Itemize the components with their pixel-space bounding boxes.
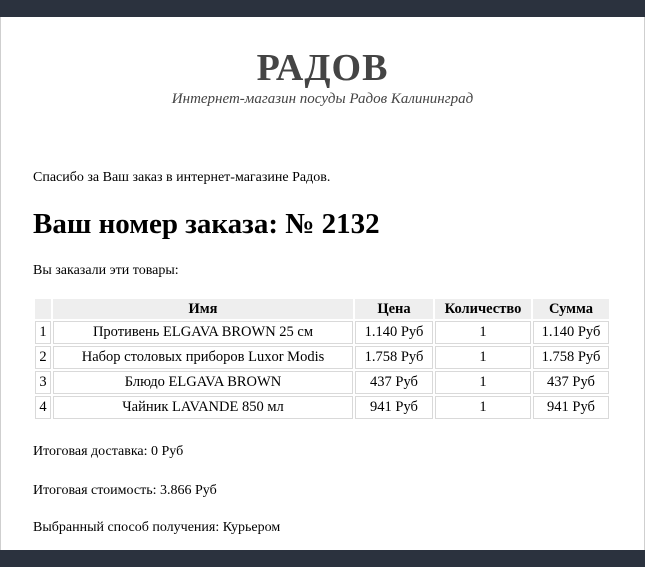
brand-title: РАДОВ bbox=[256, 47, 389, 89]
ordered-items-label: Вы заказали эти товары: bbox=[33, 263, 179, 278]
delivery-method: Выбранный способ получения: Курьером bbox=[33, 520, 281, 535]
header-name: Имя bbox=[53, 299, 353, 319]
header-num bbox=[35, 299, 51, 319]
row-sum: 437 Руб bbox=[533, 371, 609, 394]
table-row: 1 Противень ELGAVA BROWN 25 см 1.140 Руб… bbox=[35, 321, 609, 344]
row-qty: 1 bbox=[435, 371, 531, 394]
order-number-heading: Ваш номер заказа: № 2132 bbox=[33, 208, 380, 240]
table-row: 4 Чайник LAVANDE 850 мл 941 Руб 1 941 Ру… bbox=[35, 396, 609, 419]
header-price: Цена bbox=[355, 299, 433, 319]
row-price: 941 Руб bbox=[355, 396, 433, 419]
order-total: Итоговая стоимость: 3.866 Руб bbox=[33, 483, 217, 498]
row-sum: 1.758 Руб bbox=[533, 346, 609, 369]
top-bar bbox=[0, 0, 645, 17]
row-name: Чайник LAVANDE 850 мл bbox=[53, 396, 353, 419]
row-sum: 941 Руб bbox=[533, 396, 609, 419]
table-row: 2 Набор столовых приборов Luxor Modis 1.… bbox=[35, 346, 609, 369]
row-num: 2 bbox=[35, 346, 51, 369]
row-num: 3 bbox=[35, 371, 51, 394]
bottom-bar bbox=[0, 550, 645, 567]
table-row: 3 Блюдо ELGAVA BROWN 437 Руб 1 437 Руб bbox=[35, 371, 609, 394]
row-qty: 1 bbox=[435, 321, 531, 344]
order-items-table: Имя Цена Количество Сумма 1 Противень EL… bbox=[33, 297, 611, 421]
row-qty: 1 bbox=[435, 396, 531, 419]
table-header-row: Имя Цена Количество Сумма bbox=[35, 299, 609, 319]
header-sum: Сумма bbox=[533, 299, 609, 319]
row-name: Блюдо ELGAVA BROWN bbox=[53, 371, 353, 394]
row-price: 1.140 Руб bbox=[355, 321, 433, 344]
row-qty: 1 bbox=[435, 346, 531, 369]
row-name: Набор столовых приборов Luxor Modis bbox=[53, 346, 353, 369]
thanks-message: Спасибо за Ваш заказ в интернет-магазине… bbox=[33, 170, 331, 185]
row-price: 1.758 Руб bbox=[355, 346, 433, 369]
row-num: 1 bbox=[35, 321, 51, 344]
row-name: Противень ELGAVA BROWN 25 см bbox=[53, 321, 353, 344]
row-num: 4 bbox=[35, 396, 51, 419]
header-qty: Количество bbox=[435, 299, 531, 319]
row-sum: 1.140 Руб bbox=[533, 321, 609, 344]
delivery-total: Итоговая доставка: 0 Руб bbox=[33, 444, 184, 459]
brand-tagline: Интернет-магазин посуды Радов Калинингра… bbox=[171, 91, 474, 107]
row-price: 437 Руб bbox=[355, 371, 433, 394]
